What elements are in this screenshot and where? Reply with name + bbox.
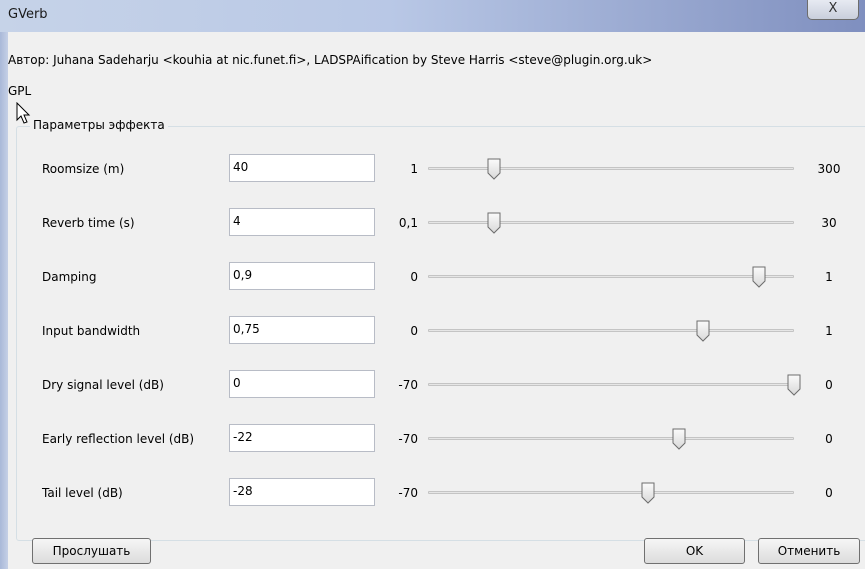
param-row: Tail level (dB) -28 -70 0 (8, 478, 865, 508)
param-min-label: -70 (398, 432, 418, 446)
param-value-input[interactable]: -22 (229, 424, 375, 452)
ok-button[interactable]: OK (644, 538, 745, 564)
param-max-label: 0 (825, 378, 833, 392)
param-min-label: 0,1 (398, 216, 418, 230)
param-slider-thumb[interactable] (787, 374, 801, 396)
window-frame (0, 32, 8, 569)
param-min-label: 0 (410, 324, 418, 338)
param-label: Input bandwidth (42, 324, 141, 338)
param-label: Early reflection level (dB) (42, 432, 195, 446)
param-max-label: 0 (825, 432, 833, 446)
param-row: Roomsize (m) 40 1 300 (8, 154, 865, 184)
param-slider-track[interactable] (428, 221, 794, 224)
param-label: Tail level (dB) (42, 486, 123, 500)
param-min-label: -70 (398, 378, 418, 392)
license-text: GPL (8, 84, 32, 98)
param-value-input[interactable]: 0,9 (229, 262, 375, 290)
param-max-label: 1 (825, 270, 833, 284)
param-label: Reverb time (s) (42, 216, 135, 230)
param-max-label: 300 (817, 162, 841, 176)
param-slider-track[interactable] (428, 491, 794, 494)
window-title: GVerb (8, 7, 48, 22)
param-row: Input bandwidth 0,75 0 1 (8, 316, 865, 346)
param-label: Dry signal level (dB) (42, 378, 164, 392)
author-text: Автор: Juhana Sadeharju <kouhia at nic.f… (8, 53, 653, 67)
param-slider-thumb[interactable] (672, 428, 686, 450)
param-value-input[interactable]: 0,75 (229, 316, 375, 344)
param-row: Early reflection level (dB) -22 -70 0 (8, 424, 865, 454)
param-value-input[interactable]: 0 (229, 370, 375, 398)
param-max-label: 0 (825, 486, 833, 500)
param-slider-thumb[interactable] (487, 158, 501, 180)
param-row: Damping 0,9 0 1 (8, 262, 865, 292)
param-slider-thumb[interactable] (641, 482, 655, 504)
param-max-label: 1 (825, 324, 833, 338)
param-slider-thumb[interactable] (752, 266, 766, 288)
param-slider-thumb[interactable] (487, 212, 501, 234)
param-max-label: 30 (821, 216, 837, 230)
dialog-body: Автор: Juhana Sadeharju <kouhia at nic.f… (8, 32, 865, 569)
param-label: Damping (42, 270, 97, 284)
param-slider-track[interactable] (428, 167, 794, 170)
param-slider-track[interactable] (428, 275, 794, 278)
param-row: Reverb time (s) 4 0,1 30 (8, 208, 865, 238)
title-bar: GVerb X (0, 0, 865, 32)
param-slider-track[interactable] (428, 383, 794, 386)
param-row: Dry signal level (dB) 0 -70 0 (8, 370, 865, 400)
param-value-input[interactable]: -28 (229, 478, 375, 506)
param-value-input[interactable]: 40 (229, 154, 375, 182)
close-button[interactable]: X (807, 0, 859, 20)
param-min-label: -70 (398, 486, 418, 500)
param-min-label: 0 (410, 270, 418, 284)
param-slider-thumb[interactable] (696, 320, 710, 342)
param-value-input[interactable]: 4 (229, 208, 375, 236)
group-title: Параметры эффекта (30, 118, 168, 132)
preview-button[interactable]: Прослушать (32, 538, 151, 564)
param-label: Roomsize (m) (42, 162, 125, 176)
param-slider-track[interactable] (428, 437, 794, 440)
param-min-label: 1 (410, 162, 418, 176)
close-icon: X (828, 1, 838, 16)
cancel-button[interactable]: Отменить (758, 538, 860, 564)
param-slider-track[interactable] (428, 329, 794, 332)
